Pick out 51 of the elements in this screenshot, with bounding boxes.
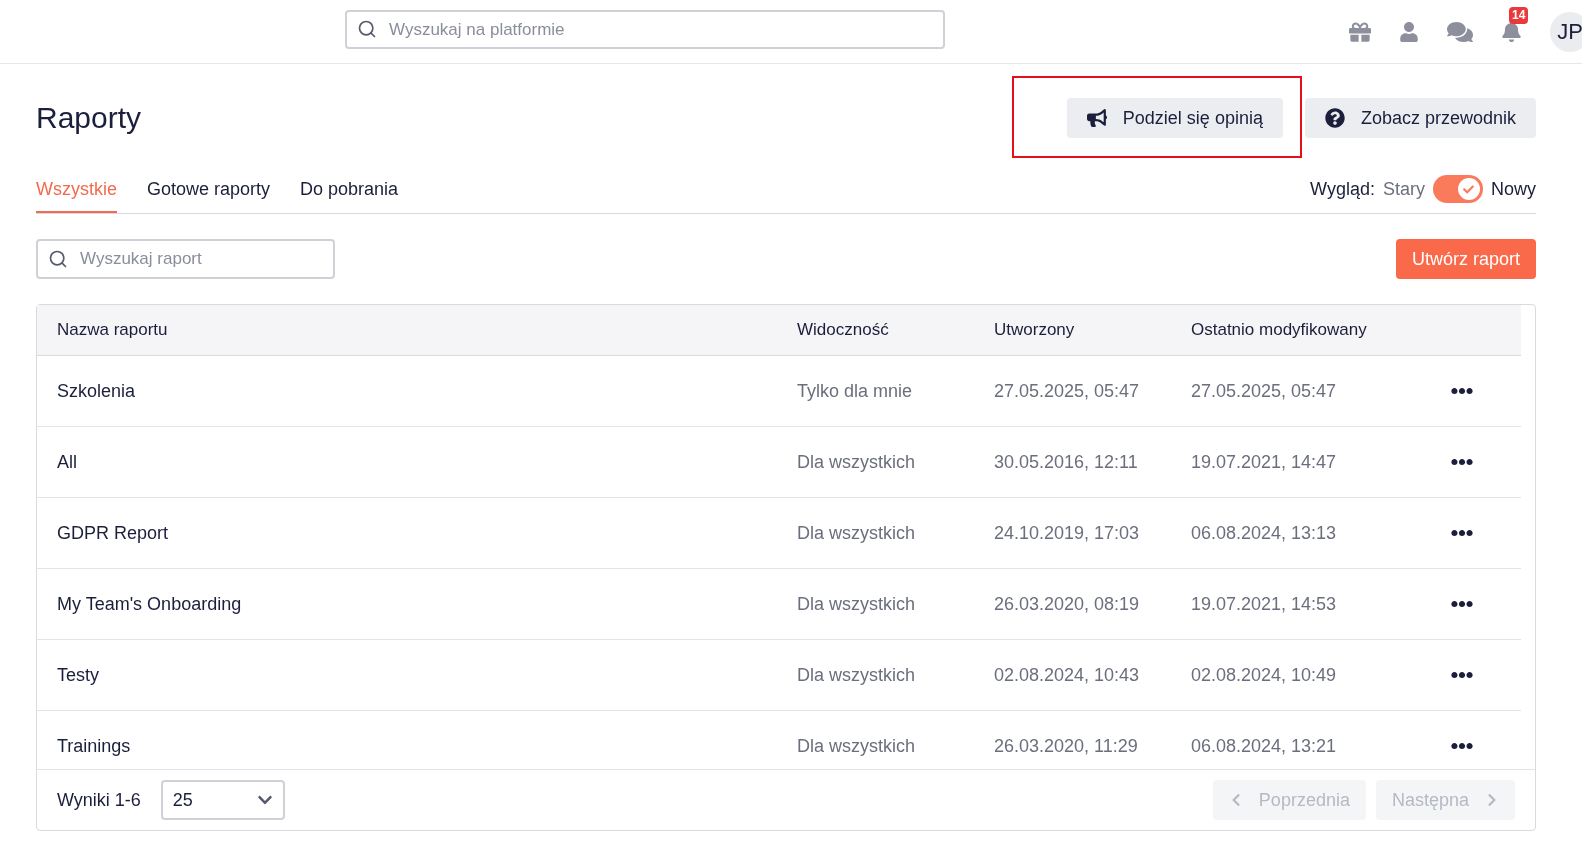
feedback-button[interactable]: Podziel się opinią <box>1066 98 1283 138</box>
help-icon <box>1324 108 1345 128</box>
created-cell-text: 27.05.2025, 05:47 <box>994 379 1141 403</box>
old-view-label: Stary <box>1382 177 1425 201</box>
megaphone-icon <box>1086 108 1107 128</box>
column-header: Widoczność <box>797 319 890 342</box>
user-avatar[interactable]: JP <box>1550 11 1582 52</box>
report-name[interactable]: All <box>37 448 797 476</box>
modified-cell-text: 19.07.2021, 14:53 <box>1191 592 1338 616</box>
new-view-label: Nowy <box>1491 177 1536 201</box>
results-count: Wyniki 1-6 <box>57 788 141 812</box>
page-title: Raporty <box>36 99 142 136</box>
report-name[interactable]: My Team's Onboarding <box>37 590 797 618</box>
search-icon <box>48 249 68 269</box>
report-search-field[interactable]: Wyszukaj raport <box>36 239 335 279</box>
platform-search-field[interactable]: Wyszukaj na platformie <box>345 10 945 49</box>
created-cell-text: 02.08.2024, 10:43 <box>994 663 1141 687</box>
created-cell-text: 24.10.2019, 17:03 <box>994 521 1141 545</box>
bell-icon[interactable] <box>1501 21 1522 42</box>
created-cell-text: 26.03.2020, 08:19 <box>994 592 1141 616</box>
report-name[interactable]: Szkolenia <box>37 377 797 405</box>
modified-cell-text: 06.08.2024, 13:21 <box>1191 734 1338 758</box>
visibility-cell-text: Dla wszystkich <box>797 592 917 616</box>
modified-cell-text: 27.05.2025, 05:47 <box>1191 379 1338 403</box>
page-size-select[interactable]: 25 <box>160 780 285 820</box>
visibility-cell-text: Dla wszystkich <box>797 521 917 545</box>
view-toggle[interactable] <box>1433 175 1483 203</box>
created-cell-text: 30.05.2016, 12:11 <box>994 450 1139 474</box>
user-icon[interactable] <box>1399 21 1419 42</box>
column-header: Utworzony <box>994 319 1076 342</box>
report-name[interactable]: Trainings <box>37 732 797 760</box>
guide-button[interactable]: Zobacz przewodnik <box>1304 98 1536 138</box>
modified-cell-text: 02.08.2024, 10:49 <box>1191 663 1338 687</box>
visibility-cell-text: Dla wszystkich <box>797 450 917 474</box>
visibility-cell-text: Tylko dla mnie <box>797 379 914 403</box>
tab[interactable]: Gotowe raporty <box>147 176 271 213</box>
modified-cell-text: 06.08.2024, 13:13 <box>1191 521 1338 545</box>
report-name[interactable]: GDPR Report <box>37 519 797 547</box>
visibility-cell-text: Dla wszystkich <box>797 734 917 758</box>
visibility-cell-text: Dla wszystkich <box>797 663 917 687</box>
column-header: Nazwa raportu <box>56 319 169 342</box>
tab[interactable]: Do pobrania <box>300 176 399 213</box>
gift-icon[interactable] <box>1349 20 1371 43</box>
check-icon <box>1463 183 1475 195</box>
notification-badge: 14 <box>1509 7 1529 24</box>
report-name[interactable]: Testy <box>37 661 797 689</box>
view-label: Wygląd: <box>1310 177 1375 201</box>
search-icon <box>357 19 377 39</box>
modified-cell-text: 19.07.2021, 14:47 <box>1191 450 1338 474</box>
column-header: Ostatnio modyfikowany <box>1191 319 1368 342</box>
created-cell-text: 26.03.2020, 11:29 <box>994 734 1139 758</box>
